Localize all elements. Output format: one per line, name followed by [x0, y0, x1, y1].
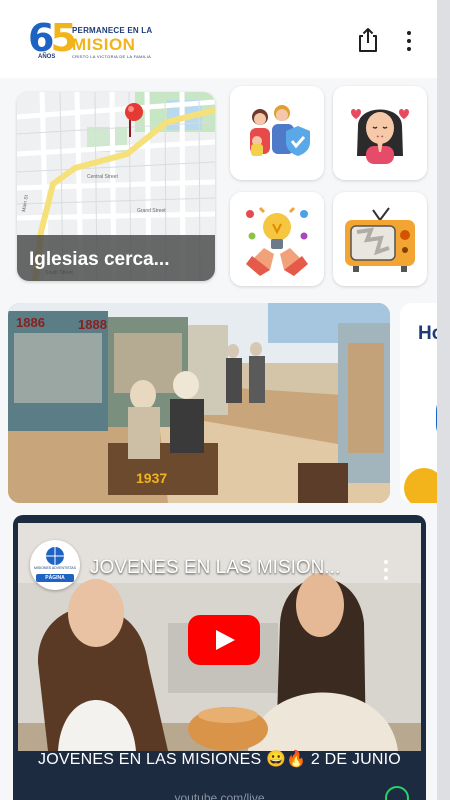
next-slide-peek[interactable]: Ho	[400, 303, 437, 503]
svg-text:Central Street: Central Street	[87, 174, 118, 180]
channel-avatar[interactable]: MISIONES ADVENTISTAS PÁGINA OFICIAL	[30, 540, 80, 590]
video-caption: JOVENES EN LAS MISIONES 😀🔥 2 DE JUNIO	[38, 751, 401, 768]
logo-line3: CRISTO LA VICTORIA DE LA FAMILIA	[72, 54, 152, 59]
history-photo-slide[interactable]: 1886 1888 1937	[8, 303, 390, 503]
nearby-churches-label: Iglesias cerca...	[17, 235, 215, 281]
app-screen: 65 AÑOS PERMANECE EN LA MISION CRISTO LA…	[0, 0, 437, 800]
more-options-button[interactable]	[397, 28, 421, 54]
lightbulb-hands-icon	[246, 206, 308, 276]
nearby-churches-card[interactable]: Central Street Grand Street South Street…	[17, 92, 215, 281]
youtube-play-button[interactable]	[188, 615, 260, 665]
next-slide-accent	[404, 468, 437, 503]
logo-line1: PERMANECE EN LA	[72, 26, 153, 35]
prayer-tile[interactable]	[333, 86, 427, 180]
app-logo[interactable]: 65 AÑOS PERMANECE EN LA MISION CRISTO LA…	[28, 16, 152, 62]
logo-line2: MISION	[72, 35, 136, 54]
svg-text:1888: 1888	[78, 317, 107, 332]
youtube-video-card[interactable]: MISIONES ADVENTISTAS PÁGINA OFICIAL JOVE…	[13, 515, 426, 800]
praying-woman-icon	[351, 109, 409, 164]
video-title: JOVENES EN LAS MISION...	[90, 557, 341, 578]
video-link[interactable]: youtube.com/live	[13, 791, 426, 800]
share-icon	[359, 28, 377, 52]
exhibition-photo: 1886 1888 1937	[8, 303, 390, 503]
whatsapp-icon[interactable]	[385, 786, 409, 800]
retro-tv-icon	[345, 207, 415, 272]
svg-text:1937: 1937	[136, 470, 167, 486]
ideas-tile[interactable]	[230, 192, 324, 286]
next-slide-title: Ho	[418, 323, 437, 344]
tv-tile[interactable]	[333, 192, 427, 286]
logo-number: 65	[28, 16, 77, 60]
video-more-button[interactable]	[376, 557, 396, 583]
family-protection-tile[interactable]	[230, 86, 324, 180]
screen-edge	[437, 0, 450, 800]
app-header: 65 AÑOS PERMANECE EN LA MISION CRISTO LA…	[0, 0, 437, 78]
family-shield-icon	[250, 105, 310, 156]
svg-text:Grand Street: Grand Street	[137, 208, 166, 214]
channel-badge: PÁGINA OFICIAL	[36, 574, 74, 589]
svg-text:1886: 1886	[16, 315, 45, 330]
video-thumbnail[interactable]: MISIONES ADVENTISTAS PÁGINA OFICIAL JOVE…	[18, 523, 421, 751]
channel-name: MISIONES ADVENTISTAS	[34, 566, 76, 570]
share-button[interactable]	[355, 26, 381, 54]
logo-anos: AÑOS	[38, 54, 56, 60]
